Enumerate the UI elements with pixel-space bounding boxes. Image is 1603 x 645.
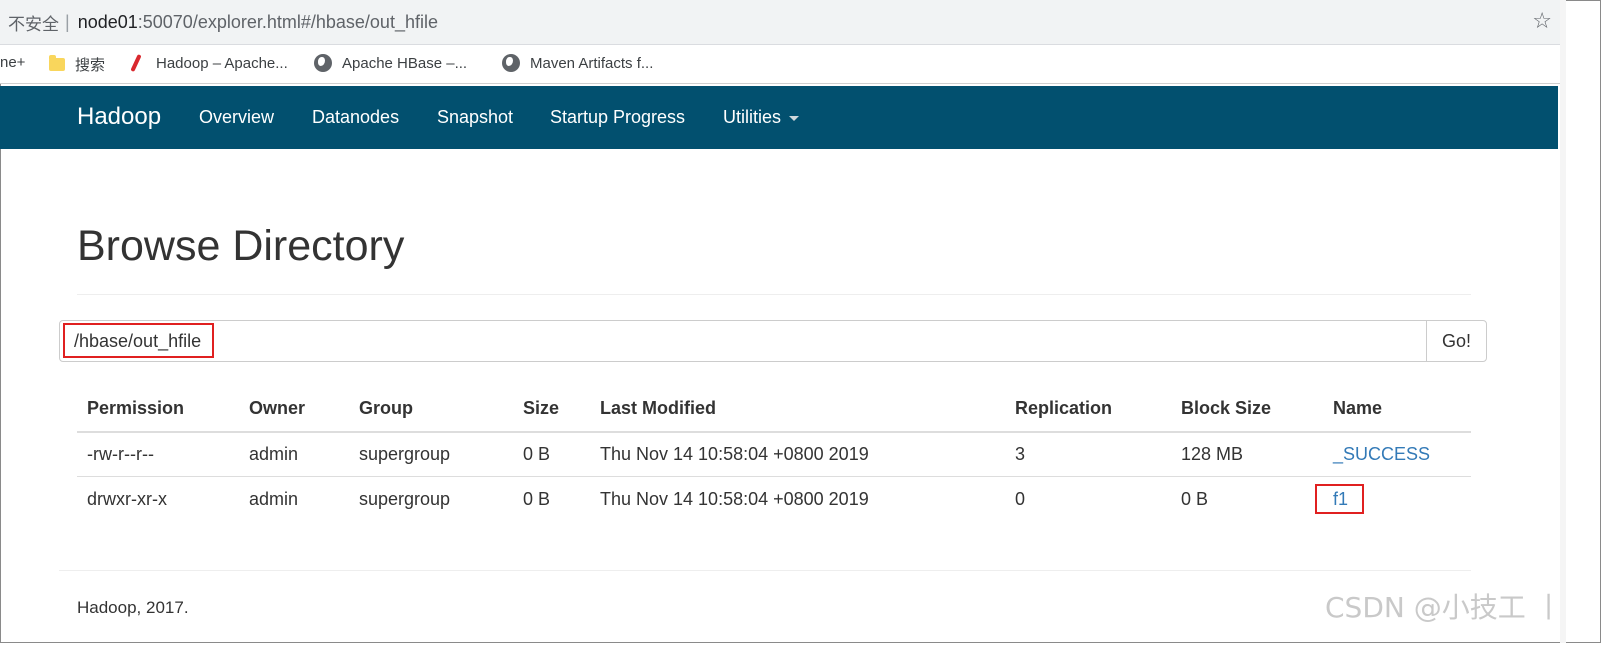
nav-overview[interactable]: Overview <box>199 107 274 128</box>
nav-utilities-label: Utilities <box>723 107 782 127</box>
cell-permission: -rw-r--r-- <box>87 444 154 464</box>
bookmarks-bar: ne+ 搜索 Hadoop – Apache... Apache HBase –… <box>0 45 1560 84</box>
cell-replication: 3 <box>1015 444 1026 464</box>
nav-utilities[interactable]: Utilities <box>723 107 800 128</box>
bookmark-label: 搜索 <box>75 57 106 74</box>
cell-owner: admin <box>249 489 299 509</box>
cell-owner: admin <box>249 444 299 464</box>
table-header-divider <box>77 431 1471 433</box>
brand-link[interactable]: Hadoop <box>77 103 161 131</box>
bookmark-label: Maven Artifacts f... <box>530 54 654 72</box>
cell-size: 0 B <box>523 489 551 509</box>
address-separator: | <box>65 11 70 32</box>
column-header-name[interactable]: Name <box>1333 398 1382 419</box>
bookmark-star-icon[interactable]: ☆ <box>1532 9 1552 34</box>
highlight-box <box>63 323 214 358</box>
footer-divider <box>59 570 1471 571</box>
cell-last-modified: Thu Nov 14 10:58:04 +0800 2019 <box>600 489 869 509</box>
cell-last-modified: Thu Nov 14 10:58:04 +0800 2019 <box>600 444 869 464</box>
watermark: CSDN @小技工 丨 <box>1325 591 1563 624</box>
bookmark-label: Hadoop – Apache... <box>156 54 288 72</box>
nav-startup-progress[interactable]: Startup Progress <box>550 107 685 128</box>
column-header-owner[interactable]: Owner <box>249 398 305 419</box>
cell-replication: 0 <box>1015 489 1026 509</box>
column-header-permission[interactable]: Permission <box>87 398 184 419</box>
cell-group: supergroup <box>359 489 451 509</box>
address-bar[interactable]: 不安全 | node01:50070/explorer.html#/hbase/… <box>0 0 1560 45</box>
globe-icon <box>502 54 520 72</box>
file-link-success[interactable]: _SUCCESS <box>1333 444 1430 465</box>
globe-icon <box>314 54 332 72</box>
column-header-last-modified[interactable]: Last Modified <box>600 398 716 419</box>
folder-icon <box>49 55 65 71</box>
go-button[interactable]: Go! <box>1426 320 1487 362</box>
bookmark-item-hadoop[interactable]: Hadoop – Apache... <box>130 53 288 73</box>
highlight-box <box>1315 484 1364 514</box>
column-header-replication[interactable]: Replication <box>1015 398 1112 419</box>
column-header-size[interactable]: Size <box>523 398 559 419</box>
column-header-block-size[interactable]: Block Size <box>1181 398 1271 419</box>
caret-down-icon <box>789 115 800 121</box>
cell-block-size: 0 B <box>1181 489 1209 509</box>
bookmark-item-maven[interactable]: Maven Artifacts f... <box>502 54 653 72</box>
bookmark-label: Apache HBase –... <box>342 54 468 72</box>
feather-icon <box>130 53 142 73</box>
bookmark-item[interactable]: ne+ <box>0 54 25 71</box>
divider <box>77 294 1471 295</box>
bookmark-label: ne+ <box>0 54 26 71</box>
nav-snapshot[interactable]: Snapshot <box>437 107 513 128</box>
url-host: node01 <box>77 11 138 32</box>
row-divider <box>77 476 1471 477</box>
nav-datanodes[interactable]: Datanodes <box>312 107 399 128</box>
cell-group: supergroup <box>359 444 451 464</box>
bookmark-item-hbase[interactable]: Apache HBase –... <box>314 54 467 72</box>
page-title: Browse Directory <box>77 222 405 270</box>
scrollbar[interactable] <box>1560 0 1566 643</box>
cell-permission: drwxr-xr-x <box>87 489 167 509</box>
hadoop-navbar: Hadoop Overview Datanodes Snapshot Start… <box>0 86 1558 149</box>
column-header-group[interactable]: Group <box>359 398 413 419</box>
footer-text: Hadoop, 2017. <box>77 598 189 617</box>
url-path: :50070/explorer.html#/hbase/out_hfile <box>137 11 438 32</box>
cell-size: 0 B <box>523 444 551 464</box>
bookmark-item-search[interactable]: 搜索 <box>49 54 105 75</box>
cell-block-size: 128 MB <box>1181 444 1244 464</box>
insecure-label[interactable]: 不安全 <box>8 10 59 35</box>
path-input[interactable]: /hbase/out_hfile <box>59 320 1427 362</box>
